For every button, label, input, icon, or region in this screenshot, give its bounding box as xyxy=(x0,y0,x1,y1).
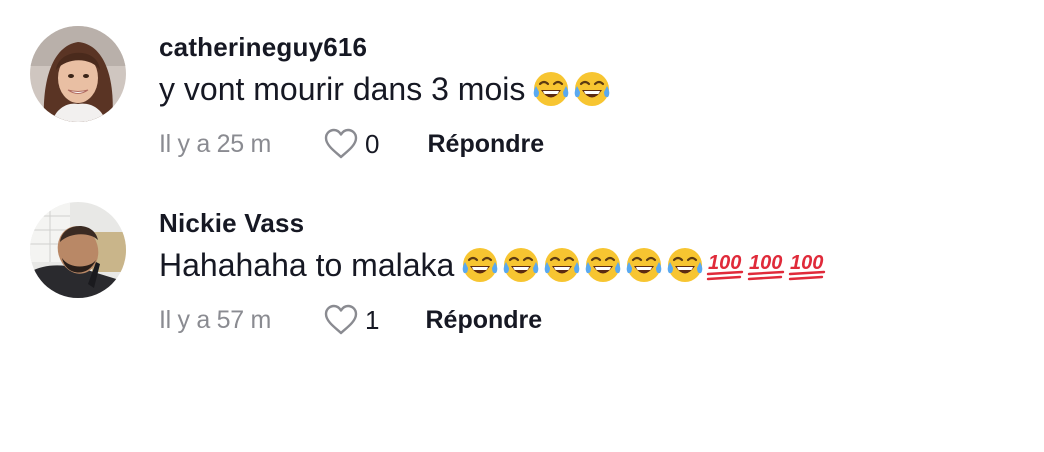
hundred-points-icon: 100 xyxy=(706,245,747,285)
reply-button[interactable]: Répondre xyxy=(428,130,545,159)
face-with-tears-of-joy-icon xyxy=(665,245,706,285)
heart-outline-icon[interactable] xyxy=(323,128,359,160)
svg-text:100: 100 xyxy=(749,252,782,274)
comment-meta: Il y a 57 m 1 Répondre xyxy=(159,300,542,340)
comment-username[interactable]: catherineguy616 xyxy=(159,32,367,63)
comment-timestamp: Il y a 57 m xyxy=(159,305,272,334)
comment-username[interactable]: Nickie Vass xyxy=(159,208,304,239)
comment-timestamp: Il y a 25 m xyxy=(159,129,272,158)
hundred-points-icon: 100 xyxy=(788,245,829,285)
comment-item: Nickie Vass Hahahaha to malaka 100 100 100… xyxy=(0,180,1044,360)
avatar[interactable] xyxy=(30,26,126,122)
hundred-points-icon: 100 xyxy=(747,245,788,285)
like-count: 1 xyxy=(365,304,380,335)
svg-text:100: 100 xyxy=(708,252,741,274)
face-with-tears-of-joy-icon xyxy=(583,245,624,285)
avatar[interactable] xyxy=(30,202,126,298)
face-with-tears-of-joy-icon xyxy=(542,245,583,285)
face-with-tears-of-joy-icon xyxy=(624,245,665,285)
like-button[interactable]: 1 xyxy=(323,304,380,336)
comment-text-body: Hahahaha to malaka xyxy=(159,246,455,283)
comment-meta: Il y a 25 m 0 Répondre xyxy=(159,124,544,164)
emoji-row xyxy=(531,69,613,109)
comment-item: catherineguy616 y vont mourir dans 3 moi… xyxy=(0,0,1044,180)
like-button[interactable]: 0 xyxy=(323,128,380,160)
comment-text: Hahahaha to malaka 100 100 100 xyxy=(159,242,829,288)
comment-text: y vont mourir dans 3 mois xyxy=(159,66,613,112)
face-with-tears-of-joy-icon xyxy=(572,69,613,109)
face-with-tears-of-joy-icon xyxy=(460,245,501,285)
like-count: 0 xyxy=(365,128,380,159)
emoji-row: 100 100 100 xyxy=(460,245,829,285)
face-with-tears-of-joy-icon xyxy=(531,69,572,109)
comment-text-body: y vont mourir dans 3 mois xyxy=(159,70,526,107)
face-with-tears-of-joy-icon xyxy=(501,245,542,285)
reply-button[interactable]: Répondre xyxy=(426,306,543,335)
svg-text:100: 100 xyxy=(790,252,823,274)
heart-outline-icon[interactable] xyxy=(323,304,359,336)
